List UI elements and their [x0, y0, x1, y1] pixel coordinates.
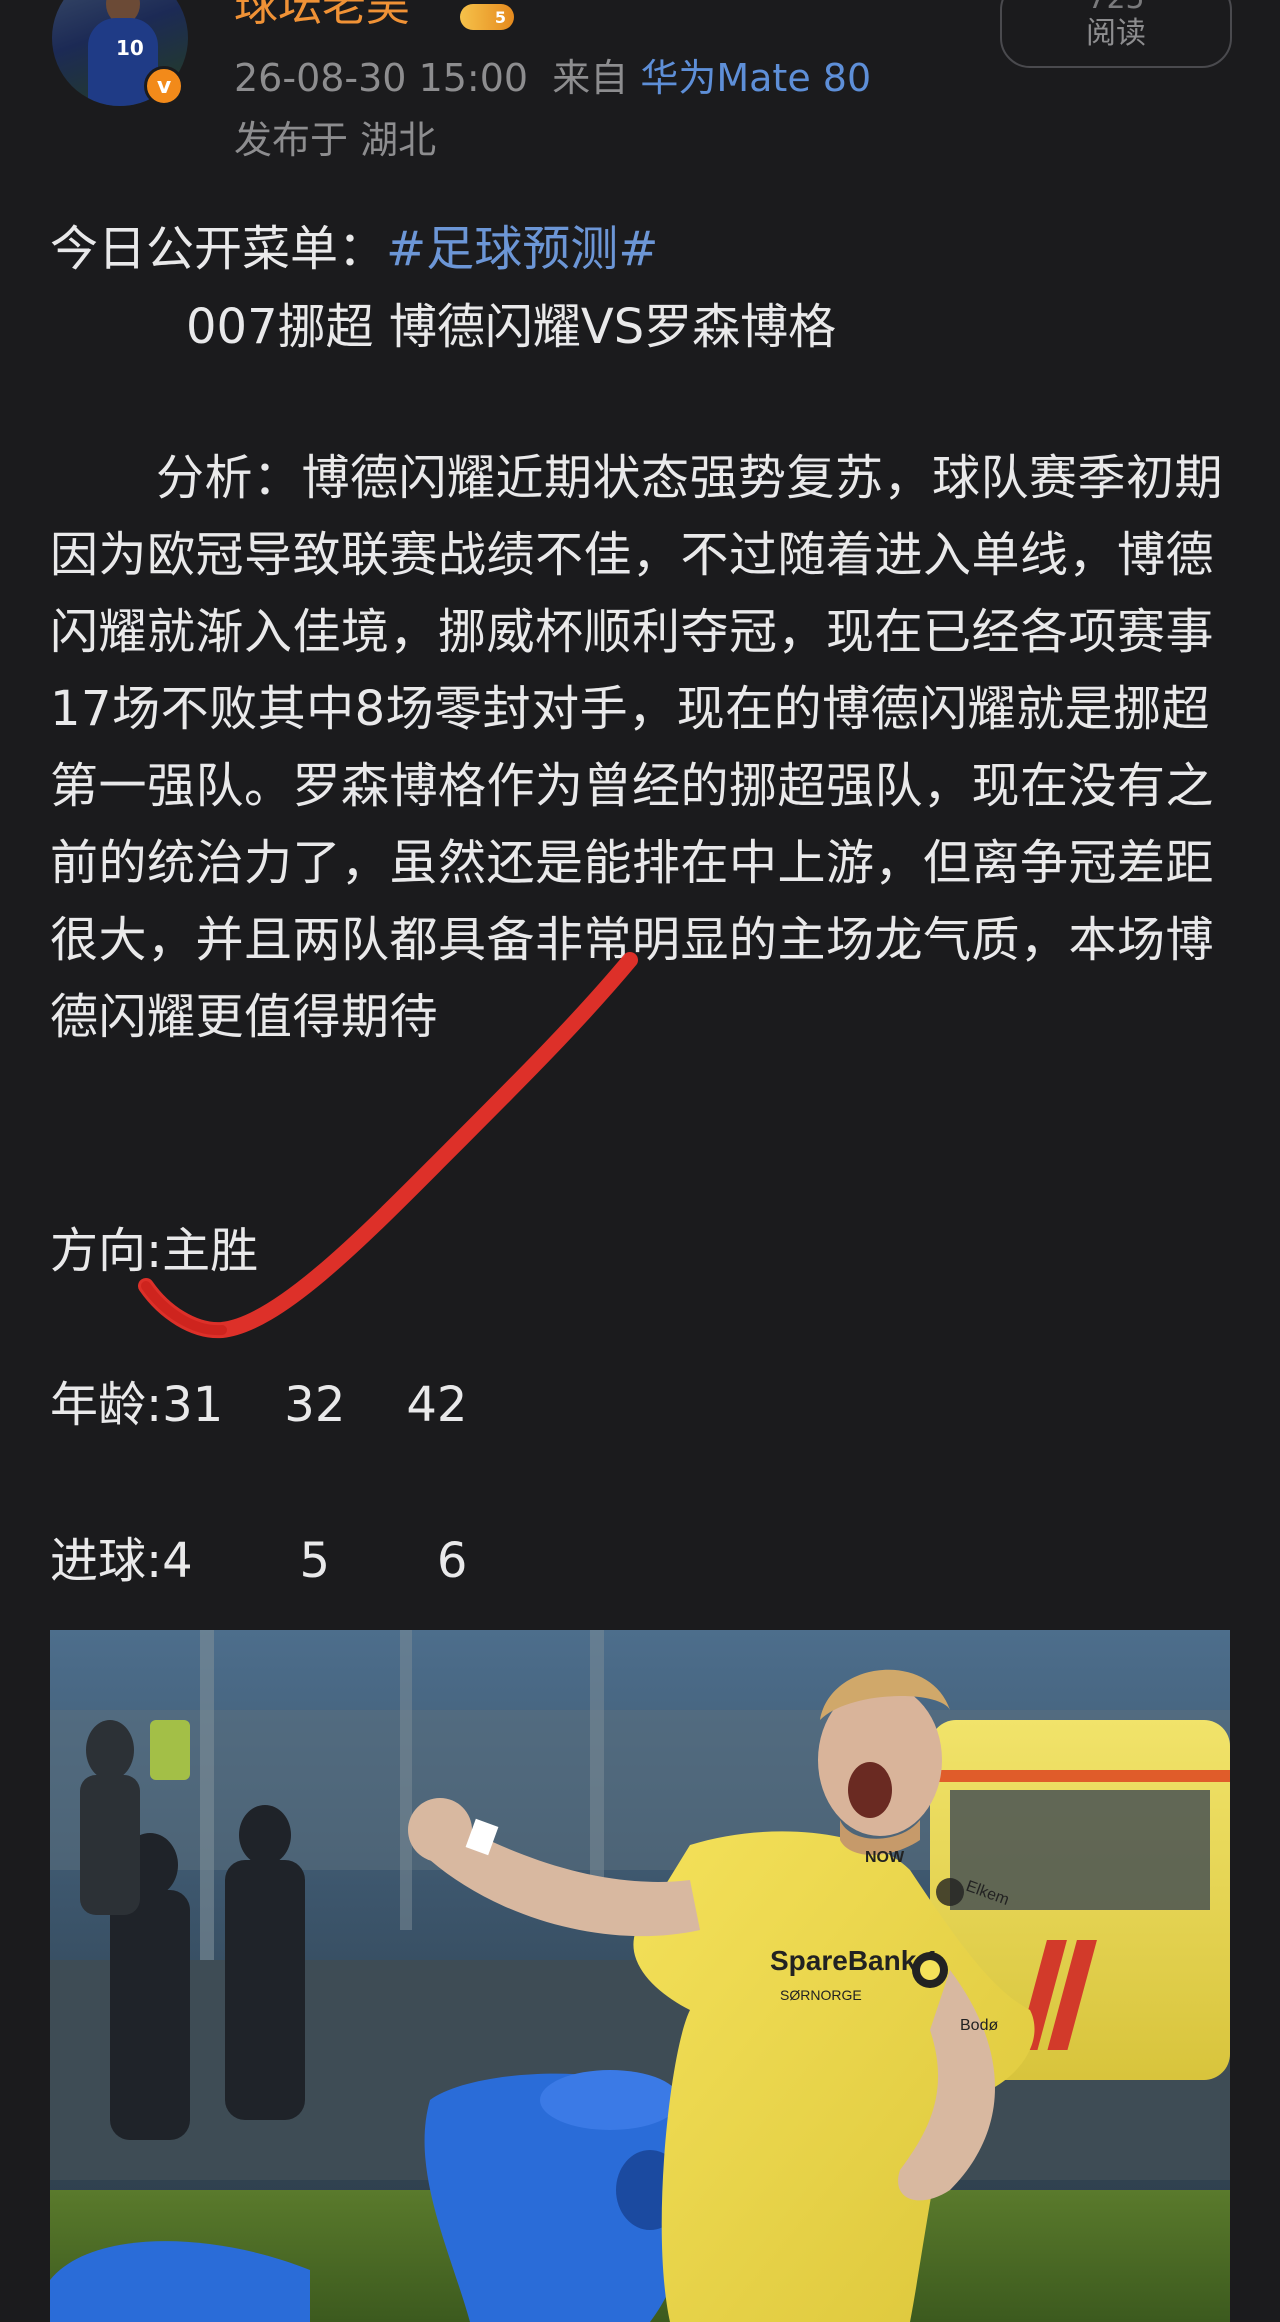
- direction-line: 方向:主胜: [50, 1223, 259, 1279]
- author-name[interactable]: 球坛老吴: [234, 0, 410, 34]
- chest-text: NOW: [865, 1849, 905, 1866]
- age-line: 年龄:31 32 42: [50, 1377, 468, 1433]
- headline: 今日公开菜单：#足球预测#: [50, 210, 1230, 288]
- topic-link[interactable]: #足球预测#: [386, 221, 658, 277]
- read-count-box: 725 阅读: [1000, 0, 1232, 68]
- match-line: 007挪超 博德闪耀VS罗森博格: [186, 299, 837, 355]
- sponsor-sub-text: SØRNORGE: [780, 1987, 862, 2003]
- post-photo[interactable]: SpareBank 1 SØRNORGE NOW Elkem Bodø: [50, 1630, 1230, 2322]
- avatar-jersey-number: 10: [116, 36, 144, 60]
- timestamp: 26-08-30 15:00: [234, 56, 529, 100]
- post-meta: 26-08-30 15:00 来自 华为Mate 80: [234, 52, 871, 104]
- analysis-paragraph: 分析：博德闪耀近期状态强势复苏，球队赛季初期因为欧冠导致联赛战绩不佳，不过随着进…: [50, 450, 1224, 1045]
- read-label: 阅读: [1086, 16, 1146, 51]
- photo-illustration: SpareBank 1 SØRNORGE NOW Elkem Bodø: [50, 1630, 1230, 2322]
- device-link[interactable]: 华为Mate 80: [640, 56, 871, 100]
- verified-icon: v: [144, 66, 184, 106]
- location: 发布于 湖北: [234, 118, 437, 162]
- side-sponsor-text: Bodø: [960, 2017, 998, 2034]
- headline-prefix: 今日公开菜单：: [50, 221, 387, 277]
- level-badge-icon: 5: [460, 4, 514, 30]
- goals-line: 进球:4 5 6: [50, 1533, 468, 1589]
- source-prefix: 来自: [552, 56, 629, 100]
